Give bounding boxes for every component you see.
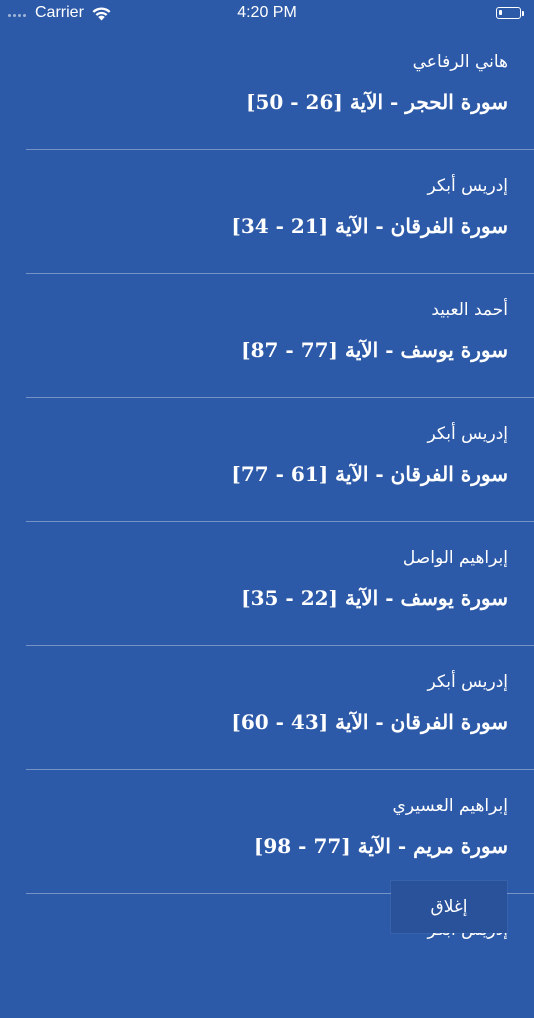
surah-verses: سورة الحجر - الآية [26 - 50] xyxy=(246,90,508,114)
reciter-name: إدريس أبكر xyxy=(427,672,508,692)
battery-icon xyxy=(496,7,521,19)
surah-verses: سورة الفرقان - الآية [43 - 60] xyxy=(231,710,508,734)
list-item[interactable]: إدريس أبكر سورة الفرقان - الآية [61 - 77… xyxy=(0,398,534,522)
reciter-name: هاني الرفاعي xyxy=(412,52,508,72)
recitation-list[interactable]: هاني الرفاعي سورة الحجر - الآية [26 - 50… xyxy=(0,26,534,1018)
surah-verses: سورة الفرقان - الآية [61 - 77] xyxy=(231,462,508,486)
list-item[interactable]: إدريس أبكر سورة الفرقان - الآية [43 - 60… xyxy=(0,646,534,770)
clock: 4:20 PM xyxy=(237,4,297,21)
status-bar: Carrier 4:20 PM xyxy=(0,0,534,28)
battery-level xyxy=(499,10,502,15)
reciter-name: إدريس أبكر xyxy=(427,424,508,444)
reciter-name: إبراهيم الواصل xyxy=(402,548,508,568)
list-item[interactable]: إبراهيم الواصل سورة يوسف - الآية [22 - 3… xyxy=(0,522,534,646)
reciter-name: إبراهيم العسيري xyxy=(392,796,508,816)
surah-verses: سورة يوسف - الآية [77 - 87] xyxy=(241,338,508,362)
reciter-name: إدريس أبكر xyxy=(427,176,508,196)
surah-verses: سورة الفرقان - الآية [21 - 34] xyxy=(231,214,508,238)
surah-verses: سورة مريم - الآية [77 - 98] xyxy=(253,834,508,858)
close-button[interactable]: إغلاق xyxy=(391,881,507,933)
reciter-name: أحمد العبيد xyxy=(431,300,508,320)
surah-verses: سورة يوسف - الآية [22 - 35] xyxy=(241,586,508,610)
list-item[interactable]: أحمد العبيد سورة يوسف - الآية [77 - 87] xyxy=(0,274,534,398)
list-item[interactable]: إبراهيم العسيري سورة مريم - الآية [77 - … xyxy=(0,770,534,894)
battery-cap xyxy=(522,11,524,16)
list-item[interactable]: هاني الرفاعي سورة الحجر - الآية [26 - 50… xyxy=(0,26,534,150)
list-item[interactable]: إدريس أبكر سورة الفرقان - الآية [21 - 34… xyxy=(0,150,534,274)
